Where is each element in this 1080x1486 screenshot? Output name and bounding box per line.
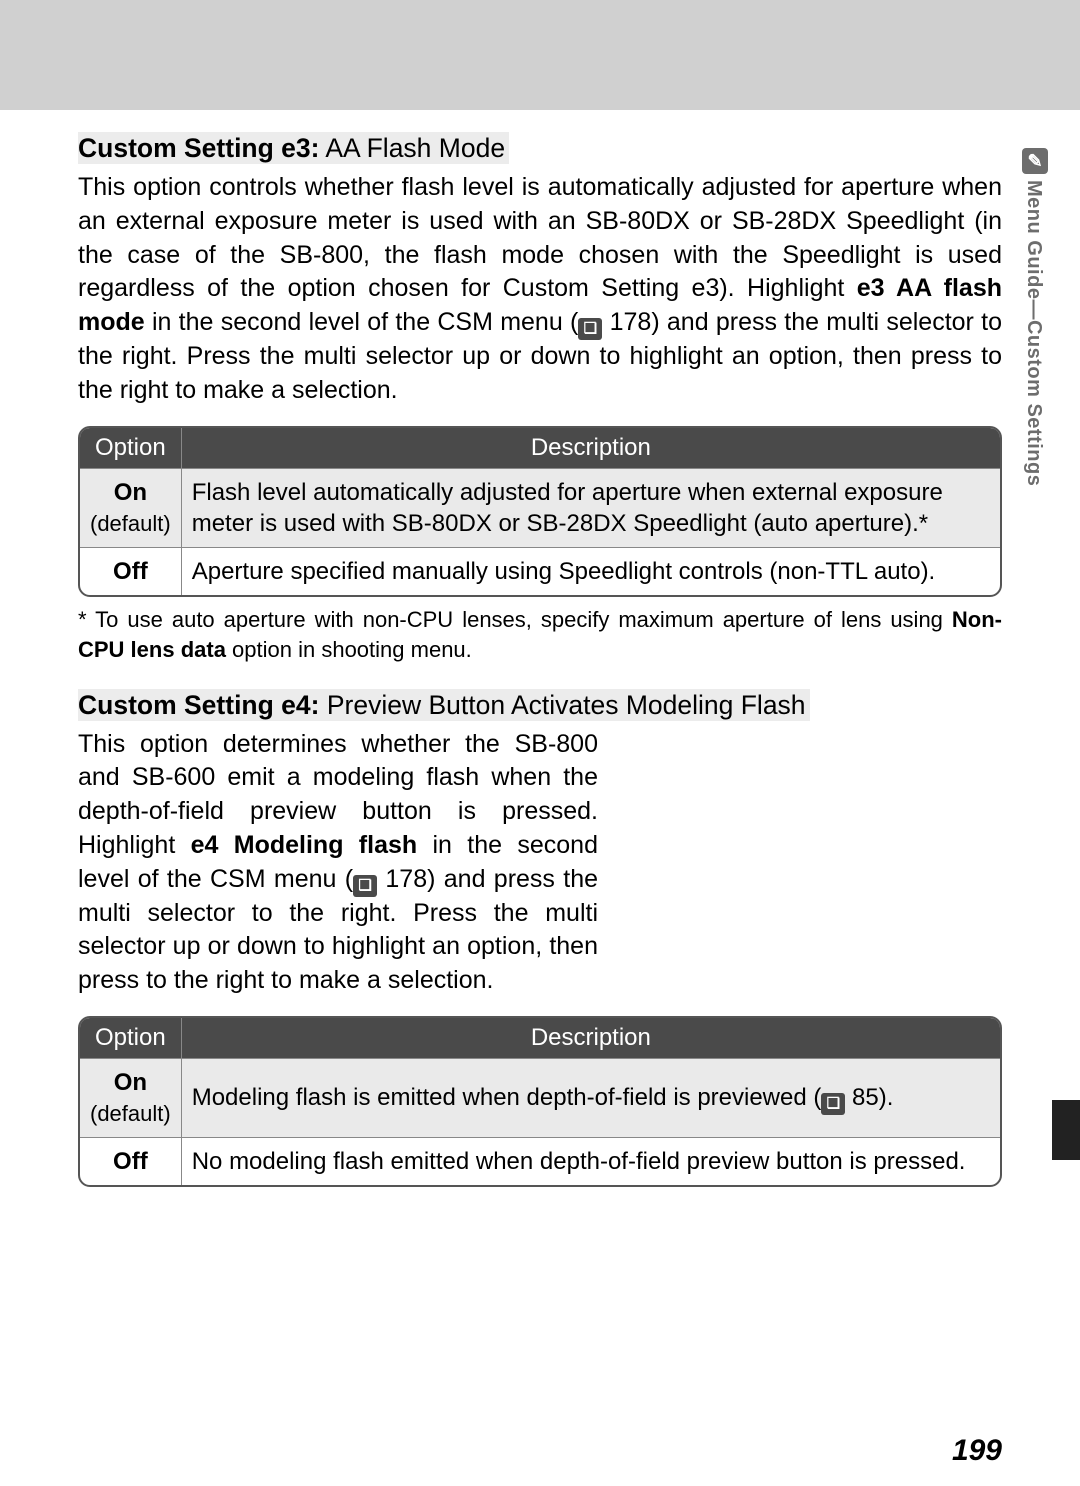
table-header-row: Option Description <box>80 428 1000 468</box>
e3-options-table: Option Description On (default) Flash le… <box>78 426 1002 598</box>
option-default-label: (default) <box>90 511 171 536</box>
option-off-desc: Aperture specified manually using Speedl… <box>182 547 1000 595</box>
option-off: Off <box>90 556 171 587</box>
desc-a: Modeling flash is emitted when depth-of-… <box>192 1084 822 1111</box>
option-off-desc: No modeling flash emitted when depth-of-… <box>182 1137 1000 1185</box>
col-option: Option <box>80 1018 182 1058</box>
e4-heading-bold: Custom Setting e4: <box>78 690 319 720</box>
e3-ref-num: 178 <box>610 308 652 336</box>
option-default-label: (default) <box>90 1101 171 1126</box>
e3-heading-rest: AA Flash Mode <box>319 133 505 163</box>
table-header-row: Option Description <box>80 1018 1000 1058</box>
manual-page: Custom Setting e3: AA Flash Mode This op… <box>0 110 1080 1486</box>
option-on: On <box>90 1067 171 1098</box>
e3-heading: Custom Setting e3: AA Flash Mode <box>78 132 509 164</box>
col-description: Description <box>182 428 1000 468</box>
e4-ref-num: 178 <box>385 865 427 893</box>
e3-para-c: in the second level of the CSM menu ( <box>145 308 579 336</box>
option-on: On <box>90 477 171 508</box>
e3-footnote: * To use auto aperture with non-CPU lens… <box>78 605 1002 664</box>
page-ref-icon: ❏ <box>353 875 377 897</box>
e3-heading-bold: Custom Setting e3: <box>78 133 319 163</box>
option-on-cell: On (default) <box>80 1058 182 1137</box>
col-description: Description <box>182 1018 1000 1058</box>
option-off-cell: Off <box>80 547 182 595</box>
desc-b: ). <box>879 1084 894 1111</box>
table-row: Off Aperture specified manually using Sp… <box>80 547 1000 595</box>
side-tab-label: Menu Guide—Custom Settings <box>1022 180 1045 486</box>
option-off-cell: Off <box>80 1137 182 1185</box>
col-option: Option <box>80 428 182 468</box>
option-off: Off <box>90 1146 171 1177</box>
e4-options-table: Option Description On (default) Modeling… <box>78 1016 1002 1188</box>
desc-ref: 85 <box>852 1084 879 1111</box>
page-number: 199 <box>952 1434 1002 1468</box>
option-on-desc: Modeling flash is emitted when depth-of-… <box>182 1058 1000 1137</box>
table-row: On (default) Modeling flash is emitted w… <box>80 1058 1000 1137</box>
table-row: On (default) Flash level automatically a… <box>80 468 1000 547</box>
e4-heading: Custom Setting e4: Preview Button Activa… <box>78 689 810 721</box>
page-ref-icon: ❏ <box>821 1093 845 1115</box>
e3-paragraph: This option controls whether flash level… <box>78 171 1002 408</box>
table-row: Off No modeling flash emitted when depth… <box>80 1137 1000 1185</box>
pencil-icon: ✎ <box>1022 148 1048 174</box>
e4-para-bold: e4 Modeling flash <box>191 831 418 859</box>
footnote-c: option in shooting menu. <box>226 637 472 662</box>
side-tab: ✎ Menu Guide—Custom Settings <box>1022 148 1050 548</box>
e4-paragraph: This option determines whether the SB-80… <box>78 728 598 998</box>
page-ref-icon: ❏ <box>578 318 602 340</box>
option-on-desc: Flash level automatically adjusted for a… <box>182 468 1000 547</box>
e4-heading-rest: Preview Button Activates Modeling Flash <box>319 690 805 720</box>
thumb-tab <box>1052 1100 1080 1160</box>
option-on-cell: On (default) <box>80 468 182 547</box>
footnote-a: * To use auto aperture with non-CPU lens… <box>78 607 952 632</box>
